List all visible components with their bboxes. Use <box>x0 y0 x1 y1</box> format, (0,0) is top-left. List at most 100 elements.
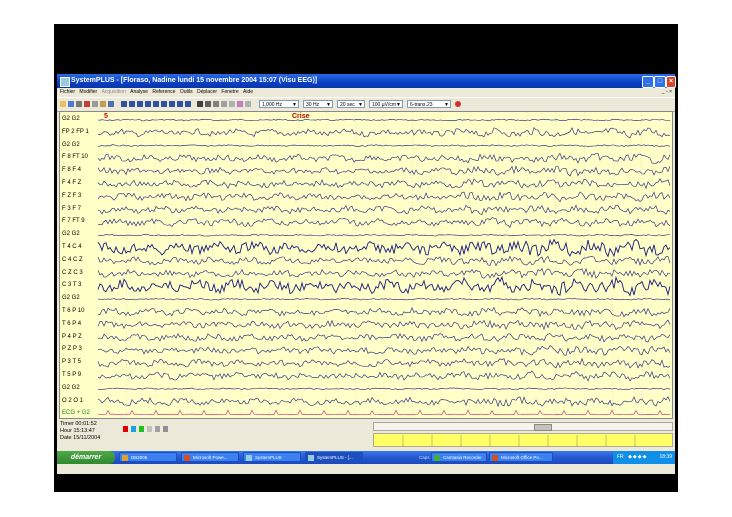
chevron-down-icon: ▼ <box>396 102 401 108</box>
task-powerpoint[interactable]: Microsoft Powe... <box>181 452 239 462</box>
blue-flag-icon[interactable] <box>131 426 136 432</box>
eeg-trace <box>97 217 671 228</box>
filter-select[interactable]: 30 Hz ▼ <box>303 100 333 108</box>
rewind-icon[interactable] <box>145 101 151 107</box>
timebase-value: 20 sec <box>340 102 355 108</box>
eeg-trace <box>97 345 671 356</box>
menu-analyse[interactable]: Analyse <box>130 89 148 95</box>
mdi-controls[interactable]: _ ▫ × <box>662 88 672 97</box>
montage-value: 6-trans.23 <box>410 102 433 108</box>
time-scrollbar[interactable] <box>373 422 673 431</box>
menu-aide[interactable]: Aide <box>243 89 253 95</box>
hand-icon[interactable] <box>163 426 168 432</box>
menu-fenetre[interactable]: Fenetre <box>221 89 238 95</box>
cut-icon[interactable] <box>84 101 90 107</box>
menu-deplacer[interactable]: Déplacer <box>197 89 217 95</box>
marker-icon[interactable] <box>205 101 211 107</box>
stop-icon[interactable] <box>455 101 461 107</box>
zoom-icon[interactable] <box>197 101 203 107</box>
caps-indicator: Caps <box>419 455 430 460</box>
screen: SystemPLUS - [Floraso, Nadine lundi 15 n… <box>54 24 678 492</box>
app-icon <box>308 455 314 461</box>
forward-icon[interactable] <box>161 101 167 107</box>
title-bar[interactable]: SystemPLUS - [Floraso, Nadine lundi 15 n… <box>57 74 676 88</box>
task-label: DB2005 <box>131 455 148 460</box>
scroll-thumb[interactable] <box>534 424 552 431</box>
eeg-view[interactable]: 5 Crise G2 G2 FP 2 FP 1 G2 G2 F 8 FT 10 F 8 … <box>59 111 673 419</box>
start-button[interactable]: démarrer <box>57 451 115 464</box>
status-panel: Timer 00:01:52 Hour 15:13:47 Date 15/11/… <box>57 420 675 450</box>
paste-icon[interactable] <box>100 101 106 107</box>
menu-outils[interactable]: Outils <box>180 89 193 95</box>
chevron-down-icon: ▼ <box>358 102 363 108</box>
powerpoint-icon <box>184 455 190 461</box>
app-icon <box>246 455 252 461</box>
options-icon[interactable] <box>245 101 251 107</box>
previous-fast-icon[interactable] <box>129 101 135 107</box>
settings-icon[interactable] <box>108 101 114 107</box>
maximize-button[interactable]: □ <box>654 76 666 88</box>
powerpoint-icon <box>492 455 498 461</box>
chevron-down-icon: ▼ <box>444 102 449 108</box>
task-office[interactable]: Microsoft Office Po... <box>489 452 553 462</box>
eeg-trace <box>97 255 671 267</box>
measure-icon[interactable] <box>213 101 219 107</box>
task-label: SystemPLUS <box>255 455 282 460</box>
timebase-select[interactable]: 20 sec ▼ <box>337 100 365 108</box>
filter-icon[interactable] <box>229 101 235 107</box>
eeg-trace <box>97 267 671 279</box>
bell-icon[interactable] <box>155 426 160 432</box>
minimize-button[interactable]: _ <box>642 76 654 88</box>
toolbar: 1,000 Hz ▼ 30 Hz ▼ 20 sec ▼ 100 µV/cm ▼ 6-tr… <box>57 97 675 112</box>
taskbar: démarrer DB2005 Microsoft Powe... System… <box>57 451 675 464</box>
next-icon[interactable] <box>169 101 175 107</box>
menu-acquisition[interactable]: Acquisition <box>102 89 126 95</box>
task-label: Camtasia Recorder <box>443 455 482 460</box>
eeg-trace <box>97 165 671 177</box>
clock: 18:39 <box>659 454 672 460</box>
pen-icon[interactable] <box>221 101 227 107</box>
language-indicator[interactable]: FR <box>617 454 624 460</box>
menu-reference[interactable]: Reference <box>152 89 175 95</box>
last-page-icon[interactable] <box>185 101 191 107</box>
green-flag-icon[interactable] <box>139 426 144 432</box>
camtasia-icon <box>434 455 440 461</box>
frequency-select[interactable]: 1,000 Hz ▼ <box>259 100 299 108</box>
eeg-trace <box>97 204 671 215</box>
eeg-trace <box>97 357 671 369</box>
eeg-traces <box>97 112 671 418</box>
print-icon[interactable] <box>76 101 82 107</box>
save-icon[interactable] <box>68 101 74 107</box>
gain-select[interactable]: 100 µV/cm ▼ <box>369 100 403 108</box>
close-button[interactable]: × <box>666 76 676 88</box>
eeg-trace <box>97 118 671 122</box>
eeg-trace <box>98 306 671 318</box>
app-icon <box>60 77 70 87</box>
gain-value: 100 µV/cm <box>372 102 397 108</box>
task-label: Microsoft Office Po... <box>501 455 543 460</box>
next-fast-icon[interactable] <box>177 101 183 107</box>
task-systemplus[interactable]: SystemPLUS <box>243 452 301 462</box>
timeline-ticks <box>402 435 636 447</box>
task-camtasia[interactable]: Camtasia Recorder <box>431 452 487 462</box>
menu-fichier[interactable]: Fichier <box>60 89 75 95</box>
app-window: SystemPLUS - [Floraso, Nadine lundi 15 n… <box>57 74 676 474</box>
task-systemplus-active[interactable]: SystemPLUS - [... <box>305 452 363 462</box>
red-flag-icon[interactable] <box>123 426 128 432</box>
grey-flag-icon[interactable] <box>147 426 152 432</box>
previous-icon[interactable] <box>137 101 143 107</box>
folder-icon <box>122 455 128 461</box>
open-icon[interactable] <box>60 101 66 107</box>
play-icon[interactable] <box>153 101 159 107</box>
copy-icon[interactable] <box>92 101 98 107</box>
frequency-value: 1,000 Hz <box>262 102 283 108</box>
task-label: SystemPLUS - [... <box>317 455 353 460</box>
first-page-icon[interactable] <box>121 101 127 107</box>
montage-icon[interactable] <box>237 101 243 107</box>
montage-select[interactable]: 6-trans.23 ▼ <box>407 100 451 108</box>
menu-modifier[interactable]: Modifier <box>79 89 97 95</box>
task-db2005[interactable]: DB2005 <box>119 452 177 462</box>
timeline-strip[interactable] <box>373 433 673 447</box>
filter-value: 30 Hz <box>306 102 320 108</box>
tray-icons[interactable]: ◆◆◆◆ <box>628 454 647 460</box>
